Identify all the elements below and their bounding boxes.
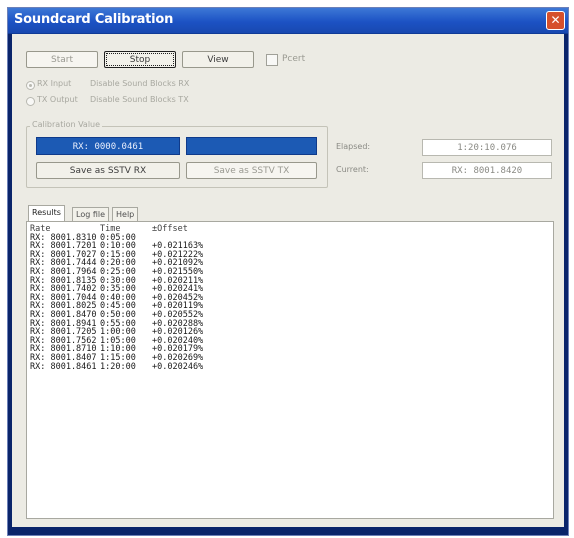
tab-results[interactable]: Results <box>28 205 65 222</box>
stop-button[interactable]: Stop <box>104 51 176 68</box>
save-sstv-tx-button[interactable]: Save as SSTV TX <box>186 162 317 179</box>
tx-calibration-value <box>186 137 317 155</box>
rx-input-label: RX Input <box>37 79 72 88</box>
disable-rx-blocks-checkbox[interactable]: Disable Sound Blocks RX <box>90 79 189 88</box>
close-icon: ✕ <box>550 13 561 27</box>
rate-cell: RX: 8001.8461 <box>30 361 97 372</box>
elapsed-value: 1:20:10.076 <box>422 139 552 156</box>
pcert-checkbox[interactable] <box>266 54 278 66</box>
tx-output-radio[interactable] <box>26 97 35 106</box>
pcert-label: Pcert <box>282 54 306 64</box>
current-label: Current: <box>336 165 369 174</box>
elapsed-label: Elapsed: <box>336 142 371 151</box>
current-value: RX: 8001.8420 <box>422 162 552 179</box>
offset-cell: +0.020246% <box>152 361 204 372</box>
results-panel[interactable]: Rate Time ±Offset RX: 8001.8310 0:05:00 RX… <box>26 221 554 519</box>
tx-output-label: TX Output <box>37 95 78 104</box>
view-button[interactable]: View <box>182 51 254 68</box>
window-title: Soundcard Calibration <box>14 12 174 27</box>
time-cell: 1:20:00 <box>100 361 136 372</box>
client-area: Start Stop View Pcert RX Input TX Output… <box>12 34 564 527</box>
close-button[interactable]: ✕ <box>546 11 565 30</box>
tab-log-file[interactable]: Log file <box>72 207 110 221</box>
save-sstv-rx-button[interactable]: Save as SSTV RX <box>36 162 180 179</box>
results-rows: RX: 8001.8310 0:05:00 RX: 8001.7201 0:10:00… <box>27 233 553 372</box>
start-button[interactable]: Start <box>26 51 98 68</box>
rx-input-radio[interactable] <box>26 81 35 90</box>
app-window: Soundcard Calibration ✕ Start Stop View … <box>7 7 569 536</box>
disable-tx-blocks-checkbox[interactable]: Disable Sound Blocks TX <box>90 95 189 104</box>
result-row: RX: 8001.8461 1:20:00 +0.020246% <box>27 361 553 372</box>
rx-calibration-value: RX: 0000.0461 <box>36 137 180 155</box>
tab-help[interactable]: Help <box>112 207 139 221</box>
calibration-group-label: Calibration Value <box>30 120 103 129</box>
header-offset: ±Offset <box>152 224 188 234</box>
title-bar[interactable]: Soundcard Calibration ✕ <box>8 8 568 34</box>
